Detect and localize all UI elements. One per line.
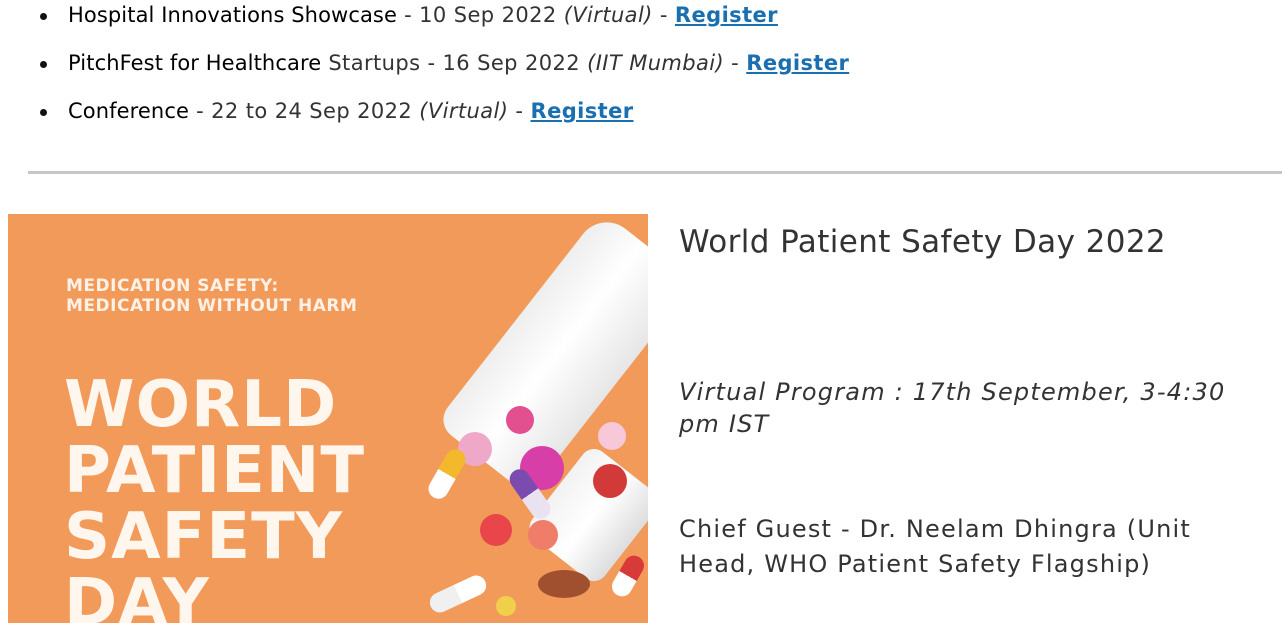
event-item: PitchFest for Healthcare Startups - 16 S… <box>40 48 849 96</box>
event-separator: - <box>652 3 675 27</box>
capsule-graphic <box>426 572 490 616</box>
pill-graphic <box>593 464 627 498</box>
program-details: Virtual Program : 17th September, 3-4:30… <box>679 378 1226 438</box>
register-link[interactable]: Register <box>746 51 849 75</box>
pill-graphic <box>598 422 626 450</box>
event-location: (Virtual) <box>419 99 509 123</box>
pill-graphic <box>480 514 512 546</box>
poster-subtitle: MEDICATION SAFETY: MEDICATION WITHOUT HA… <box>66 276 357 316</box>
event-separator: - <box>724 51 747 75</box>
pill-graphic <box>538 570 590 598</box>
pill-graphic <box>528 520 558 550</box>
article-title[interactable]: World Patient Safety Day 2022 <box>679 222 1166 262</box>
event-name: Conference <box>68 99 190 123</box>
event-date: Startups - 16 Sep 2022 <box>321 51 588 75</box>
section-divider <box>28 171 1282 174</box>
register-link[interactable]: Register <box>531 99 634 123</box>
poster-headline-line: DAY <box>64 566 210 623</box>
event-item: Hospital Innovations Showcase - 10 Sep 2… <box>40 0 849 48</box>
pill-graphic <box>496 596 516 616</box>
chief-guest: Chief Guest - Dr. Neelam Dhingra (Unit H… <box>679 515 1191 578</box>
poster-subtitle-line: MEDICATION WITHOUT HARM <box>66 296 358 316</box>
pill-graphic <box>506 406 534 434</box>
capsule-graphic <box>424 445 470 503</box>
event-location: (IIT Mumbai) <box>587 51 725 75</box>
poster-headline-line: SAFETY <box>64 500 344 574</box>
event-separator: - <box>508 99 531 123</box>
patient-safety-poster[interactable]: MEDICATION SAFETY: MEDICATION WITHOUT HA… <box>8 214 648 623</box>
event-date: - 10 Sep 2022 <box>397 3 564 27</box>
poster-headline-line: PATIENT <box>64 434 365 508</box>
event-item: Conference - 22 to 24 Sep 2022 (Virtual)… <box>40 96 849 144</box>
event-name: PitchFest for Healthcare <box>68 51 322 75</box>
event-name: Hospital Innovations Showcase <box>68 3 397 27</box>
event-date: - 22 to 24 Sep 2022 <box>189 99 420 123</box>
register-link[interactable]: Register <box>675 3 778 27</box>
event-location: (Virtual) <box>563 3 653 27</box>
poster-subtitle-line: MEDICATION SAFETY: <box>66 276 279 296</box>
event-list: Hospital Innovations Showcase - 10 Sep 2… <box>40 0 849 144</box>
poster-headline-line: WORLD <box>64 368 338 442</box>
poster-headline: WORLD PATIENT SAFETY DAY <box>64 372 365 623</box>
